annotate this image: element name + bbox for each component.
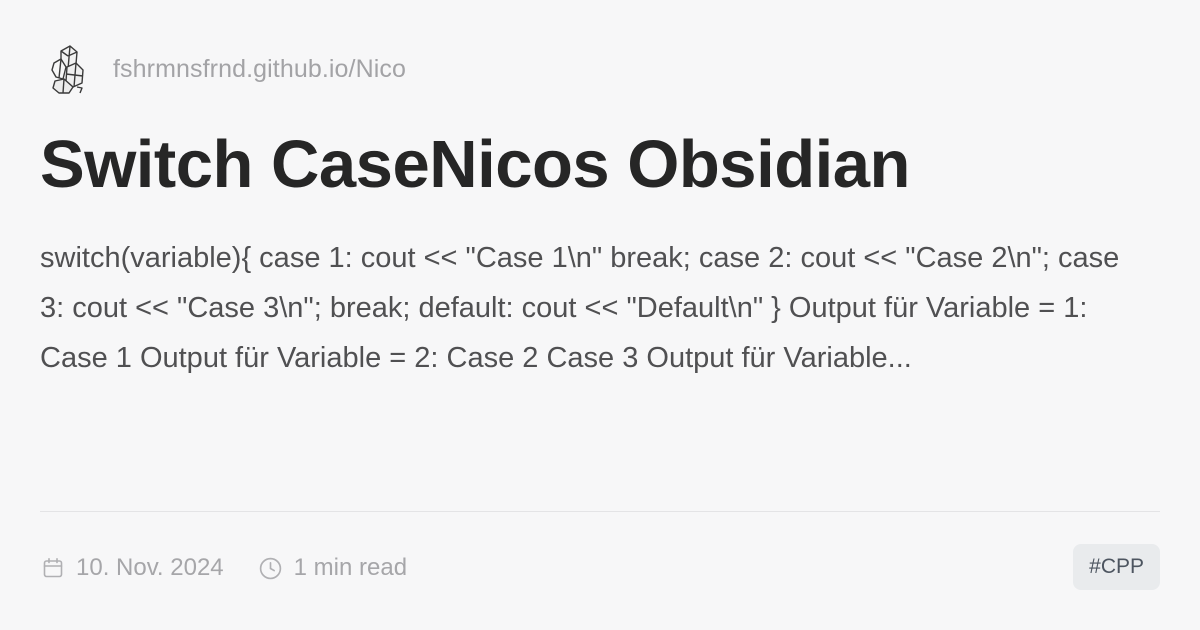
- tag-cpp[interactable]: #CPP: [1073, 544, 1160, 590]
- link-preview-card: fshrmnsfrnd.github.io/Nico Switch CaseNi…: [0, 0, 1200, 630]
- post-meta: 10. Nov. 2024 1 min read: [40, 548, 407, 588]
- read-time-text: 1 min read: [293, 554, 408, 581]
- post-description: switch(variable){ case 1: cout << "Case …: [40, 242, 1120, 374]
- post-date: 10. Nov. 2024: [40, 554, 224, 582]
- post-date-text: 10. Nov. 2024: [76, 554, 224, 581]
- calendar-icon: [40, 555, 66, 581]
- crystal-logo-icon: [48, 43, 88, 95]
- read-time: 1 min read: [258, 554, 407, 582]
- divider: [40, 511, 1160, 512]
- clock-icon: [258, 555, 284, 581]
- site-header: fshrmnsfrnd.github.io/Nico: [48, 42, 406, 96]
- site-url[interactable]: fshrmnsfrnd.github.io/Nico: [113, 55, 406, 84]
- post-title[interactable]: Switch CaseNicos Obsidian: [40, 120, 1160, 210]
